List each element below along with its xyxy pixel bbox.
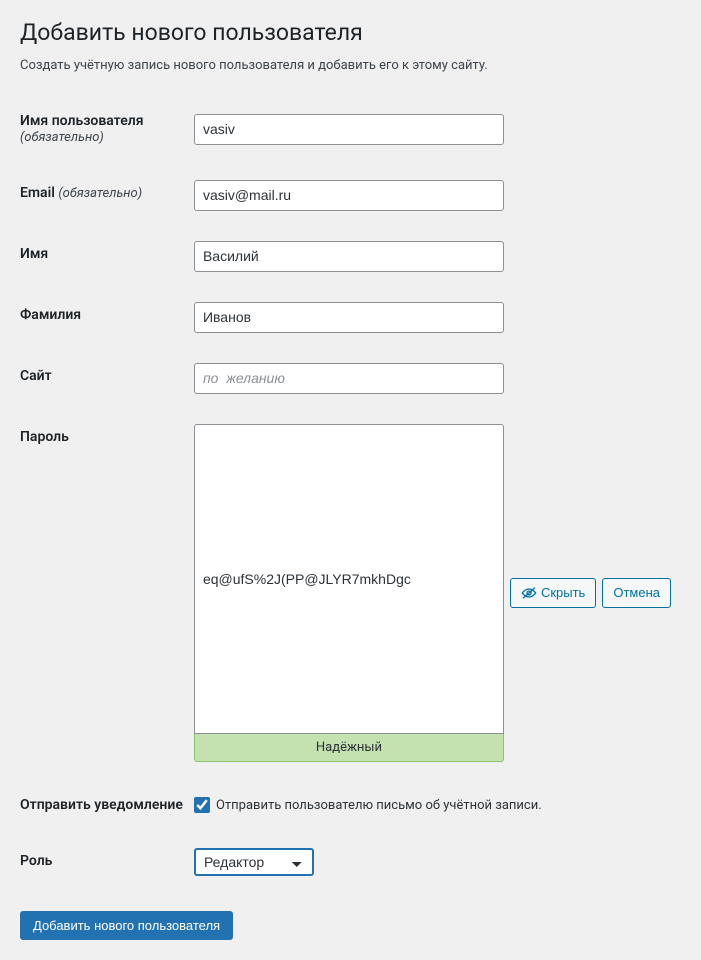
email-label: Email — [20, 185, 55, 201]
cancel-password-label: Отмена — [613, 583, 660, 604]
notify-label: Отправить уведомление — [20, 797, 183, 813]
email-input[interactable] — [194, 180, 504, 211]
page-subtitle: Создать учётную запись нового пользовате… — [20, 58, 681, 73]
username-input[interactable] — [194, 114, 504, 145]
hide-password-label: Скрыть — [541, 583, 585, 604]
site-input[interactable] — [194, 363, 504, 394]
notify-text: Отправить пользователю письмо об учётной… — [216, 798, 542, 813]
lastname-input[interactable] — [194, 302, 504, 333]
password-input[interactable] — [194, 424, 504, 734]
add-user-form: Имя пользователя (обязательно) Email (об… — [20, 93, 681, 891]
page-title: Добавить нового пользователя — [20, 10, 681, 50]
email-required: (обязательно) — [58, 186, 142, 201]
add-user-button[interactable]: Добавить нового пользователя — [20, 911, 233, 940]
password-strength: Надёжный — [194, 734, 504, 762]
role-label: Роль — [20, 853, 52, 869]
firstname-input[interactable] — [194, 241, 504, 272]
eye-slash-icon — [521, 586, 537, 600]
cancel-password-button[interactable]: Отмена — [602, 578, 671, 609]
firstname-label: Имя — [20, 246, 48, 262]
role-select[interactable]: Редактор — [194, 848, 314, 876]
notify-checkbox[interactable] — [194, 797, 210, 813]
username-label: Имя пользователя — [20, 113, 144, 129]
site-label: Сайт — [20, 368, 52, 384]
password-label: Пароль — [20, 429, 69, 445]
hide-password-button[interactable]: Скрыть — [510, 578, 596, 609]
lastname-label: Фамилия — [20, 307, 81, 323]
username-required: (обязательно) — [20, 130, 104, 145]
